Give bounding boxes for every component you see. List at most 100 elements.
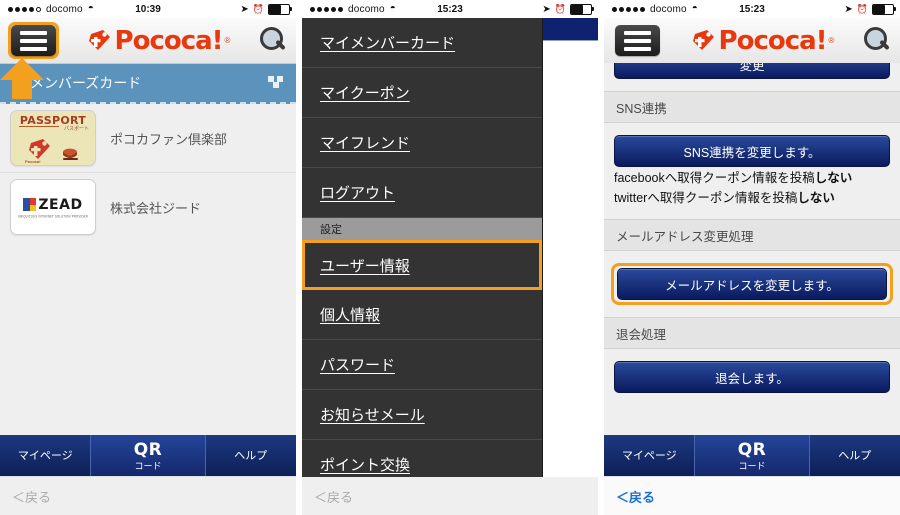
menu-section-settings: 設定	[302, 218, 542, 240]
status-right: ➤ ⏰	[542, 0, 594, 18]
change-email-button[interactable]: メールアドレスを変更します。	[617, 268, 887, 301]
nav-label-sub: コード	[134, 460, 162, 471]
bottom-navigation: マイページ QR コード ヘルプ	[0, 435, 296, 477]
back-link-label: ＜戻る	[314, 489, 354, 505]
menu-item-label: お知らせメール	[320, 407, 425, 424]
location-arrow-icon: ➤	[844, 3, 853, 15]
withdraw-button[interactable]: 退会します。	[614, 361, 890, 394]
menu-item-password[interactable]: パスワード	[302, 340, 542, 390]
zead-tagline: UBIQUITOUS INTERNET SOLUTION PROVIDER	[18, 212, 88, 219]
members-card-section-bar: メンバーズカード	[0, 58, 296, 104]
alarm-clock-icon: ⏰	[252, 3, 264, 14]
list-item-label: 株式会社ジード	[110, 200, 202, 216]
menu-item-label: 個人情報	[320, 307, 381, 324]
change-button-partial[interactable]: 変更	[614, 63, 890, 79]
menu-item-my-friend[interactable]: マイフレンド	[302, 118, 542, 168]
passport-rule	[19, 126, 59, 127]
passport-brand-text: Pococa!	[25, 159, 41, 164]
menu-item-user-info[interactable]: ユーザー情報	[302, 240, 542, 290]
nav-help[interactable]: ヘルプ	[810, 435, 900, 477]
section-heading-withdrawal: 退会処理	[604, 317, 900, 350]
menu-item-my-member-card[interactable]: マイメンバーカード	[302, 18, 542, 68]
logo-registered-mark: ®	[828, 36, 835, 45]
menu-item-personal-info[interactable]: 個人情報	[302, 290, 542, 340]
back-link[interactable]: ＜戻る	[0, 476, 296, 515]
nav-label: マイページ	[621, 449, 677, 462]
nav-qr-code[interactable]: QR コード	[91, 435, 206, 477]
menu-item-label: マイメンバーカード	[320, 35, 456, 52]
section-heading-sns: SNS連携	[604, 91, 900, 123]
location-arrow-icon: ➤	[542, 3, 551, 15]
change-sns-link-button[interactable]: SNS連携を変更します。	[614, 135, 890, 167]
list-item-label: ポコカファン倶楽部	[110, 131, 228, 147]
menu-item-label: マイフレンド	[320, 135, 411, 152]
menu-item-my-coupon[interactable]: マイクーポン	[302, 68, 542, 118]
list-item[interactable]: ZEAD UBIQUITOUS INTERNET SOLUTION PROVID…	[0, 173, 296, 242]
app-logo: Pococa! ®	[87, 25, 231, 56]
back-link-label: ＜戻る	[12, 489, 52, 505]
section-heading-label: SNS連携	[616, 101, 667, 116]
section-heading-email: メールアドレス変更処理	[604, 219, 900, 252]
status-right: ➤ ⏰	[844, 0, 896, 18]
status-right: ➤ ⏰	[240, 0, 292, 18]
alarm-clock-icon: ⏰	[554, 3, 566, 14]
change-email-button-highlight: メールアドレスを変更します。	[611, 263, 893, 306]
menu-item-label: パスワード	[320, 357, 396, 374]
menu-button-highlight	[8, 22, 59, 59]
sns-note-facebook: facebookへ取得クーポン情報を投稿しない	[604, 167, 900, 187]
nav-label: マイページ	[17, 449, 73, 462]
section-heading-label: メールアドレス変更処理	[616, 229, 754, 244]
status-bar: docomo ◓ 15:23 ➤ ⏰	[302, 0, 598, 18]
button-label: 退会します。	[715, 371, 789, 386]
status-bar: docomo ◓ 15:23 ➤ ⏰	[604, 0, 900, 18]
note-prefix: twitterへ取得クーポン情報を投稿	[614, 191, 798, 206]
pococa-tag-icon	[692, 29, 714, 50]
status-bar: docomo ◓ 10:39 ➤ ⏰	[0, 0, 296, 18]
bottom-navigation: マイページ QR コード ヘルプ	[604, 435, 900, 477]
search-icon[interactable]	[862, 26, 892, 56]
passport-card-subtitle: パスポート	[63, 126, 89, 132]
menu-item-label: ポイント交換	[320, 457, 411, 474]
hamburger-icon[interactable]	[11, 25, 56, 56]
menu-item-label: ユーザー情報	[320, 257, 410, 275]
settings-content: 変更 SNS連携 SNS連携を変更します。 facebookへ取得クーポン情報を…	[604, 63, 900, 435]
list-item[interactable]: PASSPORT パスポート Pococa! ポコカファン倶楽部	[0, 104, 296, 173]
app-header: Pococa! ®	[0, 18, 296, 64]
menu-section-label: 設定	[320, 224, 342, 236]
menu-button-wrap	[612, 22, 663, 59]
nav-help[interactable]: ヘルプ	[206, 435, 296, 477]
passport-card-thumbnail: PASSPORT パスポート Pococa!	[10, 110, 96, 166]
button-label: SNS連携を変更します。	[683, 145, 821, 160]
section-heading-label: 退会処理	[616, 327, 667, 342]
nav-label-main: QR	[737, 440, 767, 461]
nav-qr-code[interactable]: QR コード	[695, 435, 810, 477]
battery-icon	[872, 3, 896, 15]
search-icon[interactable]	[258, 26, 288, 56]
page-blue-bar-peek	[536, 18, 598, 41]
note-strong: しない	[797, 191, 835, 206]
panel-user-settings: docomo ◓ 15:23 ➤ ⏰ Pococa! ® 変更 SNS連携 SN…	[604, 0, 900, 515]
nav-label: ヘルプ	[234, 449, 268, 462]
pococa-tag-icon	[88, 29, 110, 50]
nav-label-main: QR	[133, 440, 163, 461]
menu-item-logout[interactable]: ログアウト	[302, 168, 542, 218]
back-link[interactable]: ＜戻る	[604, 476, 900, 515]
logo-registered-mark: ®	[224, 36, 231, 45]
menu-item-notification-mail[interactable]: お知らせメール	[302, 390, 542, 440]
side-menu: マイメンバーカード マイクーポン マイフレンド ログアウト 設定 ユーザー情報 …	[302, 18, 543, 490]
hamburger-icon[interactable]	[615, 25, 660, 56]
button-label: 変更	[739, 63, 765, 73]
section-title: メンバーズカード	[30, 75, 142, 91]
menu-item-label: マイクーポン	[320, 85, 410, 102]
button-label: メールアドレスを変更します。	[665, 278, 839, 293]
three-panel-screenshot: docomo ◓ 10:39 ➤ ⏰ Pococa! ® メンバーズカード PA…	[0, 0, 900, 515]
panel-members-card: docomo ◓ 10:39 ➤ ⏰ Pococa! ® メンバーズカード PA…	[0, 0, 296, 515]
logo-text: Pococa!	[114, 25, 224, 56]
nav-label: ヘルプ	[838, 449, 872, 462]
squares-decoration-icon	[268, 76, 284, 88]
back-link[interactable]: ＜戻る	[302, 477, 598, 515]
nav-mypage[interactable]: マイページ	[0, 435, 92, 477]
app-logo: Pococa! ®	[691, 26, 835, 56]
nav-label-sub: コード	[738, 460, 766, 471]
nav-mypage[interactable]: マイページ	[604, 435, 696, 477]
